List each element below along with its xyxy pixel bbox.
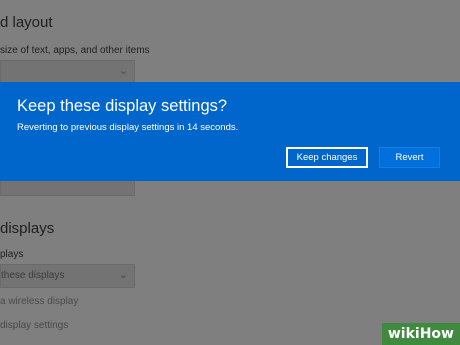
section-heading-layout: d layout — [0, 14, 53, 31]
wireless-display-link[interactable]: a wireless display — [0, 296, 78, 307]
wikihow-watermark: wikiHow — [382, 323, 460, 345]
chevron-down-icon: ⌄ — [118, 65, 128, 77]
keep-settings-dialog: Keep these display settings? Reverting t… — [0, 82, 460, 181]
section-subtitle-displays: plays — [0, 249, 24, 260]
keep-changes-button[interactable]: Keep changes — [286, 147, 368, 168]
dialog-message: Reverting to previous display settings i… — [17, 122, 239, 133]
watermark-text: wikiHow — [387, 326, 454, 342]
dropdown-value: these displays — [1, 270, 65, 281]
advanced-display-settings-link[interactable]: display settings — [0, 320, 68, 331]
revert-button[interactable]: Revert — [379, 147, 440, 168]
scale-dropdown[interactable]: ⌄ — [0, 60, 135, 84]
dialog-title: Keep these display settings? — [17, 97, 228, 115]
section-heading-displays: displays — [0, 220, 55, 237]
chevron-down-icon: ⌄ — [118, 269, 128, 281]
section-subtitle-scale: size of text, apps, and other items — [0, 45, 150, 56]
multiple-displays-dropdown[interactable]: these displays ⌄ — [0, 264, 135, 288]
